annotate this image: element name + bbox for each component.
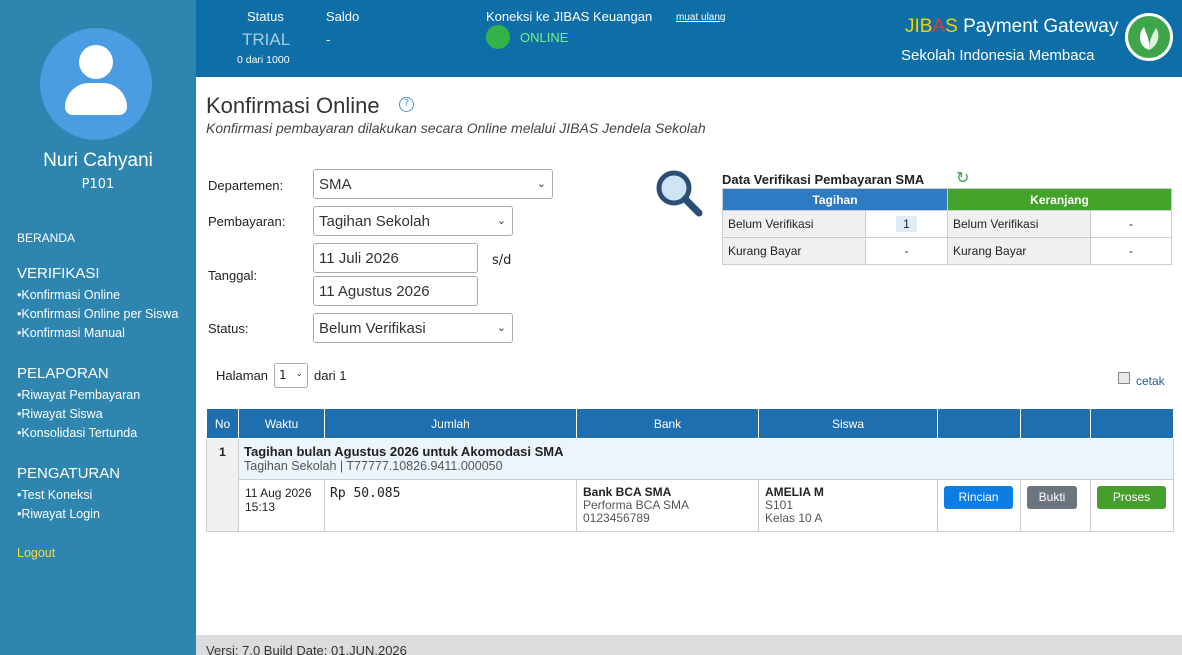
departemen-label: Departemen: <box>208 178 284 193</box>
gateway-title: JIBAS Payment Gateway <box>905 16 1119 37</box>
chevron-down-icon: ⌄ <box>536 178 546 190</box>
nav-konsolidasi-tertunda[interactable]: Konsolidasi Tertunda <box>17 426 140 440</box>
bank-info: Bank BCA SMA Performa BCA SMA 0123456789 <box>576 479 759 532</box>
leaf-logo-icon <box>1125 13 1173 61</box>
nav-konfirmasi-manual[interactable]: Konfirmasi Manual <box>17 326 178 340</box>
verif-label: Kurang Bayar <box>722 237 866 265</box>
status-filter-label: Status: <box>208 321 249 336</box>
status-quota: 0 dari 1000 <box>237 54 290 66</box>
footer: Versi: 7.0 Build Date: 01.JUN.2026 <box>196 635 1182 655</box>
print-link[interactable]: cetak <box>1136 374 1165 388</box>
verification-title: Data Verifikasi Pembayaran SMA <box>722 172 925 187</box>
school-name: Sekolah Indonesia Membaca <box>901 47 1095 64</box>
nav-beranda[interactable]: BERANDA <box>17 231 75 245</box>
header-bar: Status TRIAL 0 dari 1000 Saldo - Koneksi… <box>196 0 1182 77</box>
bill-title: Tagihan bulan Agustus 2026 untuk Akomoda… <box>244 444 564 459</box>
departemen-select[interactable]: SMA ⌄ <box>313 169 553 199</box>
nav-section-pelaporan: PELAPORAN <box>17 365 109 382</box>
bill-reference: Tagihan Sekolah | T77777.10826.9411.0000… <box>244 459 503 473</box>
connection-state: ONLINE <box>520 30 569 45</box>
row-number: 1 <box>206 438 239 532</box>
print-icon[interactable] <box>1118 372 1130 384</box>
chevron-down-icon: ⌄ <box>496 322 506 334</box>
pembayaran-select[interactable]: Tagihan Sekolah ⌄ <box>313 206 513 236</box>
page-count: dari 1 <box>314 368 347 383</box>
help-icon[interactable]: ? <box>399 97 414 112</box>
col-tagihan: Tagihan <box>722 188 948 211</box>
details-button[interactable]: Rincian <box>944 486 1013 509</box>
col-keranjang: Keranjang <box>947 188 1172 211</box>
nav-riwayat-login[interactable]: Riwayat Login <box>17 507 100 521</box>
nav-test-koneksi[interactable]: Test Koneksi <box>17 488 100 502</box>
avatar <box>40 28 152 140</box>
status-value: TRIAL <box>242 30 291 49</box>
proof-button[interactable]: Bukti <box>1027 486 1077 509</box>
refresh-icon[interactable]: ↻ <box>956 168 969 187</box>
saldo-label: Saldo <box>326 9 360 24</box>
verif-value: - <box>865 237 948 265</box>
verif-label: Belum Verifikasi <box>722 210 866 238</box>
col-header: Bank <box>576 408 759 439</box>
page-label: Halaman <box>216 368 269 383</box>
verif-value: - <box>1090 210 1172 238</box>
chevron-down-icon: ⌄ <box>496 215 506 227</box>
version-info: Versi: 7.0 Build Date: 01.JUN.2026 <box>206 643 407 655</box>
verif-value: - <box>1090 237 1172 265</box>
verif-label: Kurang Bayar <box>947 237 1091 265</box>
logout-link[interactable]: Logout <box>17 546 55 560</box>
nav-section-verifikasi: VERIFIKASI <box>17 265 100 282</box>
date-from-input[interactable]: 11 Juli 2026 <box>313 243 478 273</box>
verification-table: Tagihan Keranjang Belum Verifikasi 1 Bel… <box>722 188 1172 265</box>
chevron-down-icon: ⌄ <box>295 369 303 379</box>
student-info: AMELIA M S101 Kelas 10 A <box>758 479 938 532</box>
process-button[interactable]: Proses <box>1097 486 1166 509</box>
date-to-input[interactable]: 11 Agustus 2026 <box>313 276 478 306</box>
col-header <box>1090 408 1174 439</box>
payments-table: No Waktu Jumlah Bank Siswa 1 Tagihan bul… <box>206 408 1174 532</box>
sidebar: Nuri Cahyani P101 BERANDA VERIFIKASI Kon… <box>0 0 196 655</box>
table-row: 1 Tagihan bulan Agustus 2026 untuk Akomo… <box>206 438 1174 532</box>
page-select[interactable]: 1 ⌄ <box>274 363 308 388</box>
user-id: P101 <box>81 177 115 192</box>
saldo-value: - <box>326 32 331 47</box>
col-header: Siswa <box>758 408 938 439</box>
col-header <box>937 408 1021 439</box>
tanggal-label: Tanggal: <box>208 268 258 283</box>
verif-label: Belum Verifikasi <box>947 210 1091 238</box>
online-status-dot-icon <box>486 25 510 49</box>
col-header: No <box>206 408 239 439</box>
date-range-separator: s/d <box>492 253 512 268</box>
connection-label: Koneksi ke JIBAS Keuangan <box>486 9 653 24</box>
col-header <box>1020 408 1091 439</box>
nav-riwayat-siswa[interactable]: Riwayat Siswa <box>17 407 140 421</box>
status-select[interactable]: Belum Verifikasi ⌄ <box>313 313 513 343</box>
page-subtitle: Konfirmasi pembayaran dilakukan secara O… <box>206 120 706 136</box>
reload-connection-link[interactable]: muat ulang <box>676 12 725 23</box>
nav-konfirmasi-online[interactable]: Konfirmasi Online <box>17 288 178 302</box>
verif-value[interactable]: 1 <box>865 210 948 238</box>
pembayaran-label: Pembayaran: <box>208 214 286 229</box>
payment-time: 11 Aug 2026 15:13 <box>238 479 325 532</box>
table-row: 11 Aug 2026 15:13 Rp 50.085 Bank BCA SMA… <box>207 479 1174 532</box>
nav-section-pengaturan: PENGATURAN <box>17 465 121 482</box>
search-icon[interactable] <box>655 169 703 217</box>
nav-konfirmasi-online-per-siswa[interactable]: Konfirmasi Online per Siswa <box>17 307 178 321</box>
col-header: Jumlah <box>324 408 577 439</box>
page-title: Konfirmasi Online <box>206 93 380 118</box>
status-label: Status <box>247 9 284 24</box>
user-name: Nuri Cahyani <box>43 150 153 171</box>
col-header: Waktu <box>238 408 325 439</box>
bill-group: Tagihan bulan Agustus 2026 untuk Akomoda… <box>238 438 1174 480</box>
main-content: Konfirmasi Online ? Konfirmasi pembayara… <box>196 77 1182 635</box>
nav-riwayat-pembayaran[interactable]: Riwayat Pembayaran <box>17 388 140 402</box>
payment-amount: Rp 50.085 <box>324 479 577 532</box>
